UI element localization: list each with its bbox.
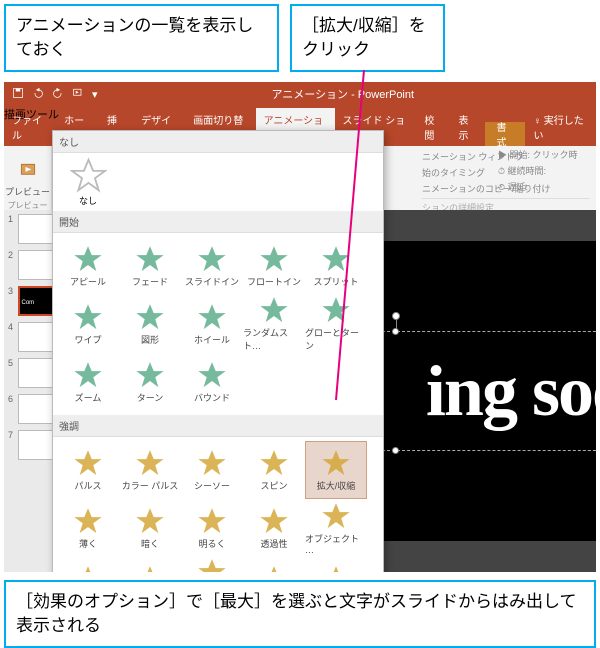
resize-handle[interactable] [392, 328, 399, 335]
preview-button-label[interactable]: プレビュー [5, 185, 50, 198]
delay-timing[interactable]: ⏲ 遅延: [498, 180, 596, 193]
save-icon[interactable] [12, 87, 24, 102]
star-icon [70, 157, 107, 194]
animation-entrance-8[interactable]: ランダムスト… [243, 295, 305, 353]
animation-emphasis-7[interactable]: 明るく [181, 499, 243, 557]
animation-emphasis-6[interactable]: 暗く [119, 499, 181, 557]
undo-icon[interactable] [32, 87, 44, 102]
animation-emphasis-0[interactable]: パルス [57, 441, 119, 499]
preview-icon[interactable] [18, 161, 38, 183]
animation-emphasis-1[interactable]: カラー パルス [119, 441, 181, 499]
preview-group-label: プレビュー [8, 200, 48, 211]
duration-timing[interactable]: ⏱ 継続時間: [498, 164, 596, 177]
gallery-section-none: なし [53, 131, 383, 153]
animation-entrance-1[interactable]: フェード [119, 237, 181, 295]
animation-emphasis-12[interactable]: 塗りつぶしの色 [181, 557, 243, 572]
animation-entrance-7[interactable]: ホイール [181, 295, 243, 353]
animation-entrance-6[interactable]: 図形 [119, 295, 181, 353]
rotate-handle[interactable] [392, 312, 400, 320]
animation-emphasis-4[interactable]: 拡大/収縮 [305, 441, 367, 499]
animation-gallery: なし なし 開始 アピールフェードスライドインフロートインスプリットワイプ図形ホ… [52, 130, 384, 572]
animation-emphasis-10[interactable]: 補色 [57, 557, 119, 572]
animation-entrance-2[interactable]: スライドイン [181, 237, 243, 295]
quick-access-toolbar: ▾ [12, 87, 98, 102]
redo-icon[interactable] [52, 87, 64, 102]
animation-emphasis-3[interactable]: スピン [243, 441, 305, 499]
tell-me[interactable]: ♀ 実行したい [525, 108, 596, 146]
animation-entrance-5[interactable]: ワイプ [57, 295, 119, 353]
window-title: アニメーション - PowerPoint [98, 86, 588, 102]
tab-view[interactable]: 表示 [450, 108, 484, 146]
animation-entrance-3[interactable]: フロートイン [243, 237, 305, 295]
animation-emphasis-13[interactable]: ブラシの色 [243, 557, 305, 572]
gallery-section-emphasis: 強調 [53, 415, 383, 437]
start-from-beginning-icon[interactable] [72, 87, 84, 102]
instruction-callout-1: アニメーションの一覧を表示しておく [4, 4, 279, 72]
animation-emphasis-8[interactable]: 透過性 [243, 499, 305, 557]
resize-handle[interactable] [392, 447, 399, 454]
tab-review[interactable]: 校閲 [416, 108, 450, 146]
instruction-callout-2: ［拡大/収縮］をクリック [290, 4, 445, 72]
titlebar: ▾ アニメーション - PowerPoint [4, 82, 596, 106]
animation-emphasis-14[interactable]: Aフォントの色 [305, 557, 367, 572]
animation-emphasis-11[interactable]: 線の色 [119, 557, 181, 572]
animation-entrance-10[interactable]: ズーム [57, 353, 119, 411]
gallery-section-entrance: 開始 [53, 211, 383, 233]
instruction-callout-3: ［効果のオプション］で［最大］を選ぶと文字がスライドからはみ出して表示される [4, 580, 596, 648]
animation-entrance-12[interactable]: バウンド [181, 353, 243, 411]
animation-entrance-0[interactable]: アピール [57, 237, 119, 295]
tab-file[interactable]: ファイル [4, 108, 56, 146]
start-timing[interactable]: ▶ 開始: クリック時 [498, 148, 596, 161]
animation-entrance-11[interactable]: ターン [119, 353, 181, 411]
animation-entrance-9[interactable]: グローとターン [305, 295, 367, 353]
animation-entrance-4[interactable]: スプリット [305, 237, 367, 295]
animation-emphasis-9[interactable]: オブジェクト … [305, 499, 367, 557]
powerpoint-window: ▾ アニメーション - PowerPoint 描画ツール ファイル ホーム 挿入… [4, 82, 596, 572]
animation-emphasis-5[interactable]: 薄く [57, 499, 119, 557]
animation-none[interactable]: なし [57, 157, 119, 207]
animation-emphasis-2[interactable]: シーソー [181, 441, 243, 499]
